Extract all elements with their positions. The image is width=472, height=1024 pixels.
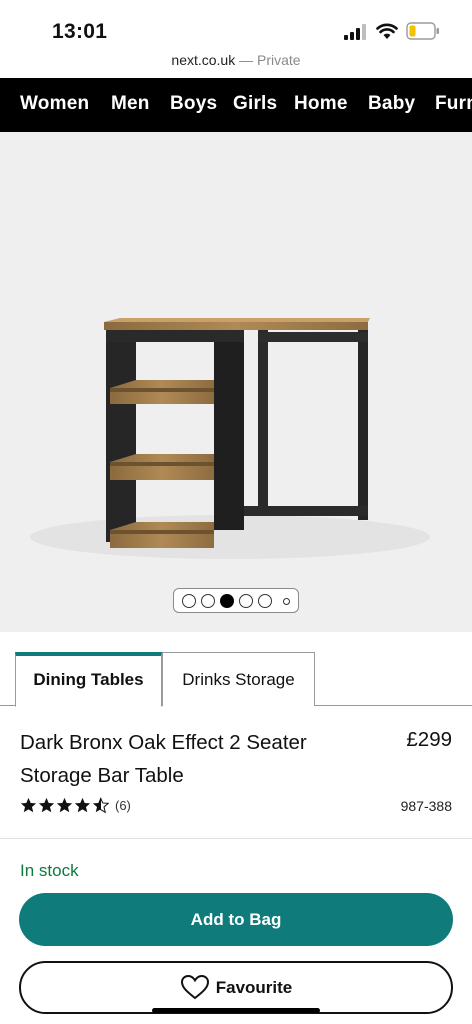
product-code: 987-388 bbox=[400, 798, 452, 814]
add-to-bag-button[interactable]: Add to Bag bbox=[19, 893, 453, 946]
carousel-dot-3-active[interactable] bbox=[220, 594, 234, 608]
tab-drinks-storage[interactable]: Drinks Storage bbox=[162, 652, 315, 706]
nav-item-boys[interactable]: Boys bbox=[170, 93, 217, 115]
product-image-bar-table bbox=[0, 132, 472, 632]
product-image-gallery[interactable] bbox=[0, 132, 472, 632]
star-full-icon bbox=[74, 798, 91, 813]
favourite-label: Favourite bbox=[215, 978, 293, 997]
star-full-icon bbox=[56, 798, 73, 813]
product-rating[interactable]: (6) bbox=[20, 797, 131, 815]
nav-item-home[interactable]: Home bbox=[294, 93, 348, 115]
url-domain: next.co.uk bbox=[171, 52, 236, 68]
nav-item-women[interactable]: Women bbox=[20, 93, 89, 115]
nav-item-men[interactable]: Men bbox=[111, 93, 150, 115]
review-count[interactable]: (6) bbox=[115, 798, 131, 813]
browser-url[interactable]: next.co.uk — Private bbox=[0, 52, 472, 68]
status-bar: 13:01 bbox=[0, 0, 472, 48]
stock-status: In stock bbox=[20, 861, 79, 880]
category-nav: Women Men Boys Girls Home Baby Furn bbox=[0, 78, 472, 132]
carousel-dot-6[interactable] bbox=[283, 598, 290, 605]
heart-icon bbox=[180, 974, 209, 999]
private-mode-label: — Private bbox=[235, 52, 301, 68]
carousel-dot-4[interactable] bbox=[239, 594, 253, 608]
star-full-icon bbox=[20, 798, 37, 813]
home-indicator bbox=[152, 1008, 320, 1013]
nav-item-furniture[interactable]: Furn bbox=[435, 93, 472, 115]
divider bbox=[0, 838, 472, 839]
carousel-pagination[interactable] bbox=[173, 588, 299, 613]
carousel-dot-1[interactable] bbox=[182, 594, 196, 608]
star-half-icon bbox=[92, 797, 109, 814]
nav-item-baby[interactable]: Baby bbox=[368, 93, 415, 115]
product-price: £299 bbox=[406, 728, 452, 751]
carousel-dot-2[interactable] bbox=[201, 594, 215, 608]
carousel-dot-5[interactable] bbox=[258, 594, 272, 608]
nav-item-girls[interactable]: Girls bbox=[233, 93, 277, 115]
wifi-icon bbox=[376, 23, 398, 39]
cellular-signal-icon bbox=[344, 24, 366, 40]
star-full-icon bbox=[38, 798, 55, 813]
product-title: Dark Bronx Oak Effect 2 Seater Storage B… bbox=[20, 731, 307, 787]
category-tabs: Drinks Storage Dining Tables bbox=[0, 652, 472, 707]
status-time: 13:01 bbox=[52, 20, 108, 43]
favourite-button[interactable]: Favourite bbox=[19, 961, 453, 1014]
battery-icon bbox=[406, 22, 439, 40]
tab-dining-tables[interactable]: Dining Tables bbox=[15, 652, 162, 707]
